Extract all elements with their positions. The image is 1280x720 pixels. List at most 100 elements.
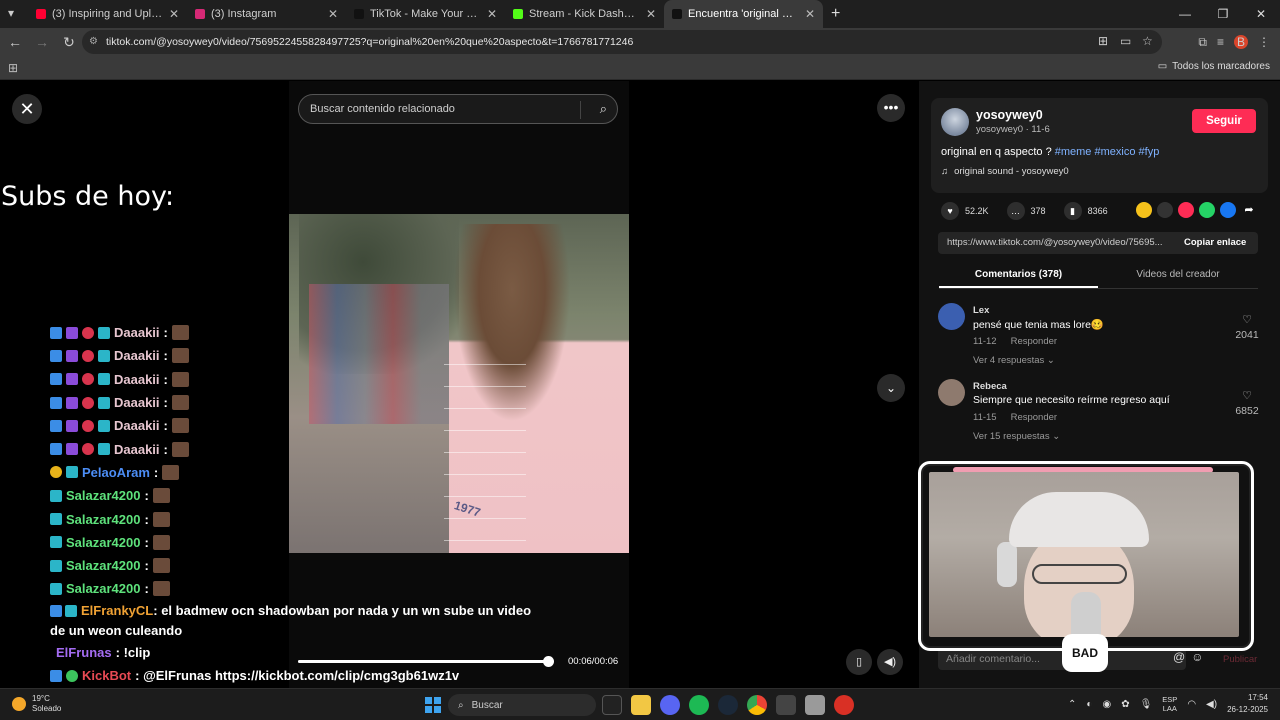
- forward-icon[interactable]: →: [30, 30, 54, 54]
- browser-tab[interactable]: Stream - Kick Dashboard ✕: [505, 0, 664, 28]
- embed-icon[interactable]: [1157, 202, 1173, 218]
- weather-widget[interactable]: 19°C Soleado: [12, 694, 61, 714]
- close-window-icon[interactable]: ✕: [1242, 0, 1280, 28]
- miniplayer-icon[interactable]: ▯: [846, 649, 872, 675]
- speaker-icon[interactable]: ◀): [1206, 699, 1217, 710]
- wifi-icon[interactable]: ◠: [1187, 699, 1196, 710]
- heart-outline-icon[interactable]: ♡: [1232, 389, 1262, 402]
- view-replies[interactable]: Ver 4 respuestas ⌄: [973, 355, 1055, 366]
- app-icon[interactable]: [805, 695, 825, 715]
- tab-close-icon[interactable]: ✕: [646, 7, 656, 21]
- tab-close-icon[interactable]: ✕: [328, 7, 338, 21]
- browser-tab[interactable]: Encuentra 'original en que aspe ✕: [664, 0, 823, 28]
- whatsapp-icon[interactable]: [1199, 202, 1215, 218]
- task-view-icon[interactable]: [602, 695, 622, 715]
- sound-link[interactable]: ♫ original sound - yosoywey0: [941, 166, 1069, 177]
- discord-icon[interactable]: [660, 695, 680, 715]
- more-options-button[interactable]: •••: [877, 94, 905, 122]
- steam-icon[interactable]: [718, 695, 738, 715]
- reply-button[interactable]: Responder: [1011, 412, 1057, 423]
- copy-link-button[interactable]: Copiar enlace: [1184, 237, 1246, 248]
- comment-avatar[interactable]: [938, 303, 965, 330]
- comment-avatar[interactable]: [938, 379, 965, 406]
- volume-icon[interactable]: ◀): [877, 649, 903, 675]
- hashtag-fyp[interactable]: #fyp: [1139, 146, 1160, 158]
- start-tile: [425, 697, 432, 704]
- comment-author[interactable]: Rebeca: [973, 381, 1007, 392]
- hashtag-meme[interactable]: #meme: [1055, 146, 1092, 158]
- tray-app-icon[interactable]: ◉: [1102, 699, 1111, 710]
- browser-tab[interactable]: (3) Instagram ✕: [187, 0, 346, 28]
- new-tab-button[interactable]: +: [831, 5, 840, 23]
- taskbar-search-label: Buscar: [471, 699, 503, 711]
- all-bookmarks[interactable]: ▭ Todos los marcadores: [1158, 61, 1270, 72]
- emoji-icon[interactable]: ☺: [1191, 650, 1203, 664]
- tab-creator-videos[interactable]: Videos del creador: [1098, 269, 1258, 280]
- address-bar[interactable]: ⚙ tiktok.com/@yosoywey0/video/7569522455…: [82, 30, 1162, 54]
- spotify-icon[interactable]: [689, 695, 709, 715]
- reading-list-icon[interactable]: ≡: [1217, 35, 1224, 49]
- tab-search-icon[interactable]: ▾: [8, 6, 24, 22]
- webcam-microphone: [1071, 592, 1101, 637]
- related-search-input[interactable]: Buscar contenido relacionado ⌕: [298, 94, 618, 124]
- tray-arrow-icon[interactable]: ⌃: [1068, 699, 1076, 710]
- profile-avatar[interactable]: B: [1234, 35, 1248, 49]
- minimize-icon[interactable]: —: [1166, 0, 1204, 28]
- browser-tab[interactable]: TikTok - Make Your Day ✕: [346, 0, 505, 28]
- windows-start-icon[interactable]: [425, 697, 441, 713]
- hashtag-mexico[interactable]: #mexico: [1095, 146, 1136, 158]
- reply-button[interactable]: Responder: [1011, 336, 1057, 347]
- share-repost-icon[interactable]: [1136, 202, 1152, 218]
- menu-icon[interactable]: ⋮: [1258, 35, 1270, 49]
- follow-button[interactable]: Seguir: [1192, 109, 1256, 133]
- tab-comments[interactable]: Comentarios (378): [939, 269, 1098, 280]
- tab-close-icon[interactable]: ✕: [169, 7, 179, 21]
- chat-separator: :: [163, 325, 168, 341]
- tab-close-icon[interactable]: ✕: [805, 7, 815, 21]
- network-app-icon[interactable]: ◐: [1086, 699, 1092, 710]
- creator-username[interactable]: yosoywey0: [976, 108, 1043, 122]
- restore-icon[interactable]: ❐: [1204, 0, 1242, 28]
- apps-grid-icon[interactable]: ⊞: [8, 61, 18, 75]
- share-arrow-icon[interactable]: ➦: [1241, 202, 1257, 218]
- creator-avatar[interactable]: [941, 108, 969, 136]
- browser-tab[interactable]: (3) Inspiring and Uplifting Backg ✕: [28, 0, 187, 28]
- cast-icon[interactable]: ▭: [1120, 34, 1131, 48]
- search-icon[interactable]: ⌕: [600, 101, 607, 117]
- obs-icon[interactable]: [776, 695, 796, 715]
- chat-separator: :: [144, 534, 149, 550]
- bookmark-star-icon[interactable]: ☆: [1142, 34, 1153, 48]
- site-info-icon[interactable]: ⚙: [89, 36, 98, 47]
- next-video-button[interactable]: ⌄: [877, 374, 905, 402]
- extensions-icon[interactable]: ⧉: [1198, 35, 1207, 50]
- facebook-icon[interactable]: [1220, 202, 1236, 218]
- translate-icon[interactable]: ⊞: [1098, 34, 1108, 48]
- tray-flower-icon[interactable]: ✿: [1121, 699, 1129, 710]
- microphone-icon[interactable]: 🎙: [1140, 699, 1153, 710]
- clock[interactable]: 17:54 26-12-2025: [1227, 692, 1268, 716]
- mention-icon[interactable]: @: [1173, 650, 1185, 664]
- reload-icon[interactable]: ↻: [57, 30, 81, 54]
- heart-outline-icon[interactable]: ♡: [1232, 313, 1262, 326]
- file-explorer-icon[interactable]: [631, 695, 651, 715]
- video-link[interactable]: https://www.tiktok.com/@yosoywey0/video/…: [947, 237, 1172, 248]
- record-app-icon[interactable]: [834, 695, 854, 715]
- publish-button[interactable]: Publicar: [1223, 654, 1257, 665]
- comment-like[interactable]: ♡ 2041: [1232, 303, 1262, 341]
- bookmark-icon[interactable]: ▮: [1063, 202, 1082, 220]
- comment-author[interactable]: Lex: [973, 305, 989, 316]
- webcam-glasses: [1032, 564, 1127, 584]
- subs-today-title: Subs de hoy:: [1, 181, 175, 212]
- related-search-placeholder: Buscar contenido relacionado: [310, 103, 455, 115]
- taskbar-search[interactable]: ⌕ Buscar: [448, 694, 596, 716]
- input-language[interactable]: ESP LAA: [1162, 695, 1177, 713]
- comment-icon[interactable]: …: [1006, 202, 1025, 220]
- heart-icon[interactable]: ♥: [941, 202, 959, 220]
- view-replies[interactable]: Ver 15 respuestas ⌄: [973, 431, 1060, 442]
- send-icon[interactable]: [1178, 202, 1194, 218]
- chrome-icon[interactable]: [747, 695, 767, 715]
- close-video-button[interactable]: ✕: [12, 94, 42, 124]
- back-icon[interactable]: ←: [3, 30, 27, 54]
- comment-like[interactable]: ♡ 6852: [1232, 379, 1262, 417]
- tab-close-icon[interactable]: ✕: [487, 7, 497, 21]
